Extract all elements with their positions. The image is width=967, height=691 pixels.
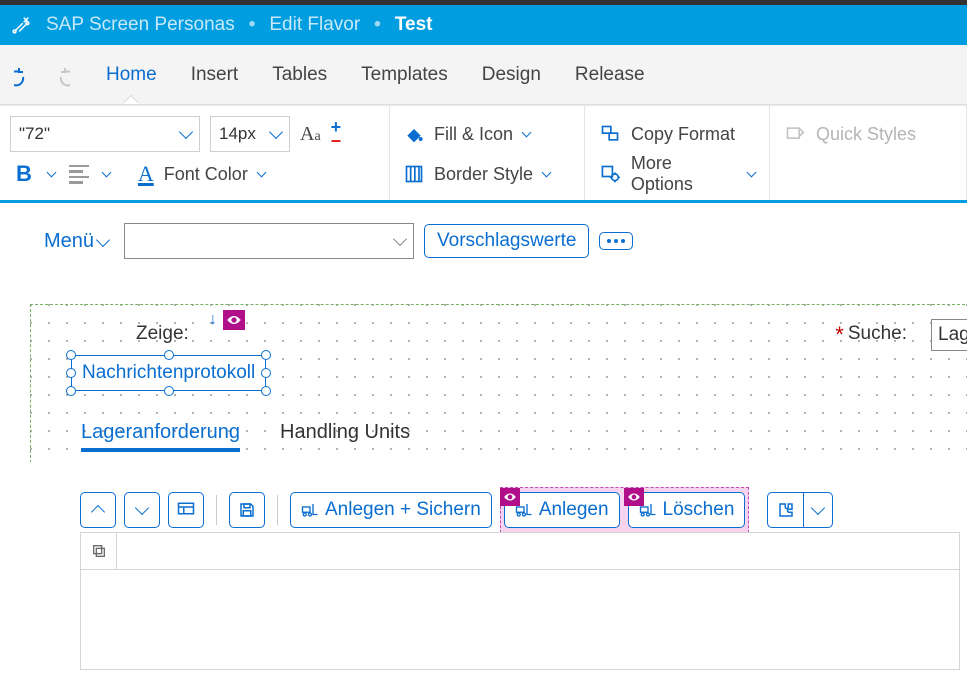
visibility-badge [500, 488, 520, 506]
chevron-down-icon [269, 125, 283, 139]
puzzle-icon [777, 501, 795, 519]
menu-dropdown[interactable]: Menü [38, 226, 114, 257]
resize-handle[interactable] [261, 386, 271, 396]
chevron-up-icon [91, 505, 105, 519]
resize-handle[interactable] [164, 386, 174, 396]
breadcrumb-app: SAP Screen Personas [42, 14, 239, 36]
command-combobox[interactable] [124, 223, 414, 259]
selected-element-nachrichtenprotokoll[interactable]: Nachrichtenprotokoll [71, 355, 266, 391]
highlighted-buttons-group: Anlegen Löschen [500, 487, 750, 533]
quick-styles-button: Quick Styles [780, 122, 920, 147]
chevron-down-icon [747, 167, 757, 177]
chevron-down-icon [96, 232, 110, 246]
resize-handle[interactable] [261, 368, 271, 378]
chevron-down-icon[interactable] [46, 167, 56, 177]
visibility-badge [223, 310, 245, 330]
tab-home[interactable]: Home [102, 58, 161, 92]
required-asterisk: * [835, 329, 844, 340]
toolbar-divider [216, 495, 217, 525]
layout-button[interactable] [168, 492, 204, 528]
chevron-down-icon [393, 232, 407, 246]
forklift-icon [301, 502, 319, 518]
search-input-partial[interactable]: Lage [931, 319, 967, 351]
puzzle-dropdown[interactable] [803, 492, 833, 528]
tab-design[interactable]: Design [478, 58, 545, 92]
bold-button[interactable]: B [10, 161, 38, 187]
suggest-values-button[interactable]: Vorschlagswerte [424, 224, 589, 258]
copy-format-button[interactable]: Copy Format [595, 122, 739, 147]
quick-styles-icon [784, 124, 806, 144]
save-icon [238, 501, 256, 519]
table-select-all[interactable] [81, 533, 117, 569]
visibility-badge [624, 488, 644, 506]
inner-tab-lageranforderung[interactable]: Lageranforderung [81, 417, 240, 452]
resize-handle[interactable] [66, 386, 76, 396]
delete-button[interactable]: Löschen [628, 492, 746, 528]
more-options-icon [599, 164, 621, 184]
chevron-down-icon [542, 167, 552, 177]
font-case-button[interactable]: Aa [300, 123, 321, 146]
tab-release[interactable]: Release [571, 58, 649, 92]
font-color-button[interactable]: A Font Color [138, 161, 265, 187]
show-label: Zeige: [136, 323, 189, 345]
collapse-up-button[interactable] [80, 492, 116, 528]
chevron-down-icon [811, 501, 825, 515]
more-options-button[interactable]: More Options [595, 151, 759, 197]
puzzle-button[interactable] [767, 492, 803, 528]
redo-button[interactable] [46, 63, 70, 87]
breadcrumb-flavor: Test [391, 14, 437, 36]
create-save-button[interactable]: Anlegen + Sichern [290, 492, 492, 528]
more-menu-button[interactable] [599, 232, 633, 250]
chevron-down-icon [179, 125, 193, 139]
resize-handle[interactable] [66, 350, 76, 360]
title-bar: SAP Screen Personas • Edit Flavor • Test [0, 5, 967, 45]
chevron-down-icon [522, 127, 532, 137]
font-grow-shrink[interactable]: +− [331, 120, 342, 149]
ribbon: "72" 14px Aa +− B A Font Color [0, 105, 967, 203]
breadcrumb-mode: Edit Flavor [265, 14, 364, 36]
chevron-down-icon [256, 167, 266, 177]
chevron-down-icon[interactable] [101, 167, 111, 177]
arrow-down-icon: ↓ [209, 311, 217, 329]
undo-button[interactable] [14, 63, 38, 87]
search-label: * Suche: [835, 323, 907, 345]
copy-format-icon [599, 124, 621, 144]
fill-icon-button[interactable]: Fill & Icon [400, 122, 534, 147]
data-table[interactable] [80, 532, 960, 670]
border-icon [404, 164, 424, 184]
tab-templates[interactable]: Templates [357, 58, 452, 92]
expand-down-button[interactable] [124, 492, 160, 528]
layout-icon [177, 501, 195, 519]
copy-icon [91, 543, 107, 559]
main-tabs: Home Insert Tables Templates Design Rele… [0, 45, 967, 105]
resize-handle[interactable] [164, 350, 174, 360]
paint-bucket-icon [404, 124, 424, 144]
resize-handle[interactable] [66, 368, 76, 378]
tab-tables[interactable]: Tables [268, 58, 331, 92]
create-button[interactable]: Anlegen [504, 492, 620, 528]
align-button[interactable] [65, 161, 93, 188]
chevron-down-icon [135, 501, 149, 515]
design-surface[interactable]: Zeige: ↓ * Suche: Lage Nachrichtenprotok… [30, 304, 967, 624]
font-family-dropdown[interactable]: "72" [10, 116, 200, 152]
resize-handle[interactable] [261, 350, 271, 360]
border-style-button[interactable]: Border Style [400, 162, 554, 187]
tools-icon [10, 14, 32, 36]
toolbar-divider [277, 495, 278, 525]
save-button[interactable] [229, 492, 265, 528]
inner-tab-handling-units[interactable]: Handling Units [280, 417, 410, 452]
tab-insert[interactable]: Insert [187, 58, 243, 92]
font-size-dropdown[interactable]: 14px [210, 116, 290, 152]
